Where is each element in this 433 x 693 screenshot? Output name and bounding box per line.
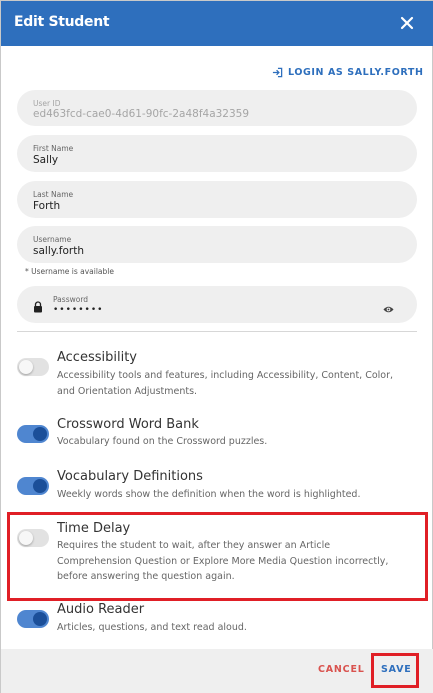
login-link-label: LOGIN AS SALLY.FORTH bbox=[288, 66, 424, 78]
close-icon[interactable] bbox=[399, 15, 415, 31]
crossword-word-bank-toggle[interactable] bbox=[17, 425, 49, 443]
vocabulary-definitions-toggle[interactable] bbox=[17, 477, 49, 495]
edit-student-dialog: Edit Student LOGIN AS SALLY.FORTH User I… bbox=[0, 0, 433, 693]
accessibility-toggle[interactable] bbox=[17, 358, 49, 376]
last-name-label: Last Name bbox=[33, 190, 74, 199]
cancel-button[interactable]: CANCEL bbox=[318, 664, 365, 675]
password-field[interactable]: Password •••••••• bbox=[17, 286, 417, 323]
lock-icon bbox=[33, 298, 43, 313]
login-icon bbox=[272, 67, 283, 77]
audio-reader-description: Articles, questions, and text read aloud… bbox=[57, 622, 247, 633]
user-id-value: ed463fcd-cae0-4d61-90fc-2a48f4a32359 bbox=[33, 108, 250, 120]
toggle-knob bbox=[19, 360, 33, 374]
last-name-field[interactable]: Last Name Forth bbox=[17, 181, 417, 218]
dialog-header: Edit Student bbox=[1, 1, 433, 46]
dialog-footer: CANCEL SAVE bbox=[1, 649, 433, 693]
first-name-value: Sally bbox=[33, 154, 59, 166]
accessibility-description: Accessibility tools and features, includ… bbox=[57, 370, 394, 397]
time-delay-toggle[interactable] bbox=[17, 529, 49, 547]
username-field[interactable]: Username sally.forth bbox=[17, 226, 417, 263]
toggle-knob bbox=[19, 531, 33, 545]
eye-icon[interactable] bbox=[383, 299, 394, 313]
toggle-knob bbox=[33, 427, 47, 441]
last-name-value: Forth bbox=[33, 200, 61, 212]
toggle-knob bbox=[33, 612, 47, 626]
login-as-student-link[interactable]: LOGIN AS SALLY.FORTH bbox=[272, 65, 424, 79]
user-id-label: User ID bbox=[33, 99, 61, 108]
time-delay-title: Time Delay bbox=[57, 521, 131, 536]
crossword-word-bank-title: Crossword Word Bank bbox=[57, 417, 199, 432]
username-value: sally.forth bbox=[33, 245, 85, 257]
crossword-word-bank-description: Vocabulary found on the Crossword puzzle… bbox=[57, 436, 268, 447]
vocabulary-definitions-description: Weekly words show the definition when th… bbox=[57, 489, 361, 500]
audio-reader-title: Audio Reader bbox=[57, 602, 145, 617]
password-value: •••••••• bbox=[53, 305, 104, 315]
first-name-label: First Name bbox=[33, 144, 74, 153]
toggle-knob bbox=[33, 479, 47, 493]
username-available-hint: * Username is available bbox=[25, 267, 114, 276]
first-name-field[interactable]: First Name Sally bbox=[17, 135, 417, 172]
accessibility-title: Accessibility bbox=[57, 350, 137, 365]
section-divider bbox=[17, 331, 417, 332]
save-button[interactable]: SAVE bbox=[381, 664, 412, 675]
vocabulary-definitions-title: Vocabulary Definitions bbox=[57, 469, 203, 484]
time-delay-description: Requires the student to wait, after they… bbox=[57, 540, 389, 582]
user-id-field: User ID ed463fcd-cae0-4d61-90fc-2a48f4a3… bbox=[17, 90, 417, 126]
dialog-title: Edit Student bbox=[14, 14, 110, 30]
username-label: Username bbox=[33, 235, 72, 244]
audio-reader-toggle[interactable] bbox=[17, 610, 49, 628]
password-label: Password bbox=[53, 295, 89, 304]
